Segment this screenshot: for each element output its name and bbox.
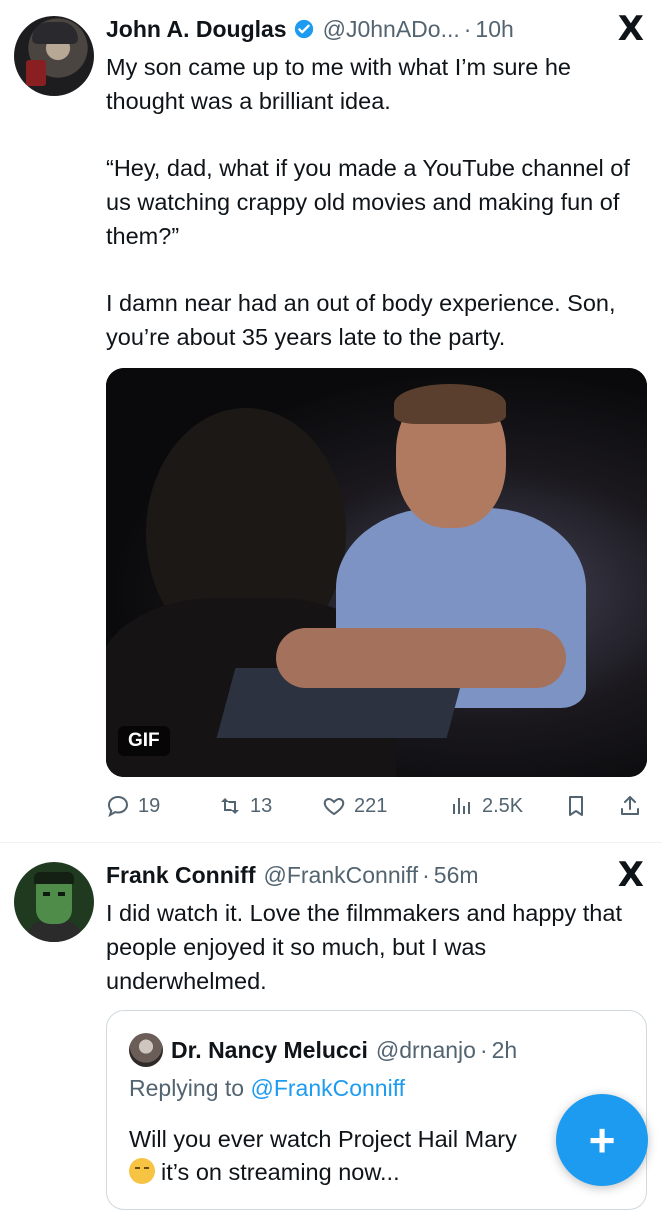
compose-button[interactable]: + [556, 1094, 648, 1186]
bookmark-button[interactable] [564, 790, 588, 822]
avatar[interactable] [14, 862, 94, 942]
avatar [129, 1033, 163, 1067]
timestamp[interactable]: 56m [434, 862, 479, 889]
tweet-divider [0, 842, 662, 843]
tweet-paragraph: My son came up to me with what I’m sure … [106, 54, 571, 114]
like-count: 221 [354, 794, 388, 817]
replying-prefix: Replying to [129, 1075, 245, 1101]
separator-dot: · [463, 15, 472, 42]
tweet-text: I did watch it. Love the filmmakers and … [106, 900, 622, 994]
author-handle: @drnanjo [375, 1036, 476, 1063]
author-handle[interactable]: @FrankConniff [264, 862, 419, 889]
views-icon [453, 798, 470, 814]
tweet-text: My son came up to me with what I’m sure … [106, 50, 646, 387]
share-button[interactable] [618, 790, 642, 822]
author-handle[interactable]: @J0hnADo... [323, 16, 460, 43]
like-button[interactable]: 221 [322, 790, 387, 822]
tweet-paragraph: “Hey, dad, what if you made a YouTube ch… [106, 155, 630, 249]
tweet-header: John A. Douglas @J0hnADo... · 10h [106, 12, 514, 46]
avatar-cup [26, 60, 46, 86]
reply-count: 19 [138, 794, 161, 817]
repost-count: 13 [250, 794, 273, 817]
avatar-eye [43, 892, 50, 896]
tweet-header: Frank Conniff @FrankConniff · 56m [106, 858, 479, 892]
separator-dot: · [422, 861, 430, 888]
author-name[interactable]: Frank Conniff [106, 862, 256, 889]
x-logo-icon: X [617, 855, 644, 895]
timestamp: 2h [491, 1036, 518, 1063]
author-name[interactable]: John A. Douglas [106, 16, 287, 43]
reply-icon [107, 795, 129, 818]
tweet-paragraph: I damn near had an out of body experienc… [106, 290, 616, 350]
avatar-hair [34, 872, 74, 884]
avatar[interactable] [14, 16, 94, 96]
quote-header: Dr. Nancy Melucci @drnanjo · 2h [129, 1033, 517, 1067]
tweet-john-douglas[interactable]: John A. Douglas @J0hnADo... · 10h X My s… [0, 0, 662, 842]
avatar-eye [58, 892, 65, 896]
heart-icon [323, 797, 345, 816]
timestamp[interactable]: 10h [475, 16, 513, 43]
replying-to: Replying to @FrankConniff [129, 1075, 405, 1102]
author-name: Dr. Nancy Melucci [171, 1036, 368, 1063]
repost-button[interactable]: 13 [218, 790, 272, 822]
quote-text-line: it’s on streaming now... [161, 1159, 400, 1185]
media-figure [276, 628, 566, 688]
media-figure [394, 384, 506, 424]
bookmark-icon [569, 796, 583, 816]
action-bar: 19 13 221 2.5K [106, 790, 646, 822]
mention-link[interactable]: @FrankConniff [250, 1075, 405, 1101]
repost-icon [221, 798, 239, 814]
disappointed-face-icon [129, 1158, 155, 1184]
share-icon [621, 796, 639, 815]
views-count: 2.5K [482, 794, 524, 817]
x-logo-icon: X [617, 9, 644, 49]
gif-media[interactable]: GIF [106, 368, 647, 777]
reply-button[interactable]: 19 [106, 790, 160, 822]
verified-badge-icon [293, 18, 315, 40]
avatar-cap [32, 22, 78, 44]
separator-dot: · [479, 1036, 488, 1063]
views-button[interactable]: 2.5K [450, 790, 523, 822]
gif-badge: GIF [118, 726, 170, 756]
